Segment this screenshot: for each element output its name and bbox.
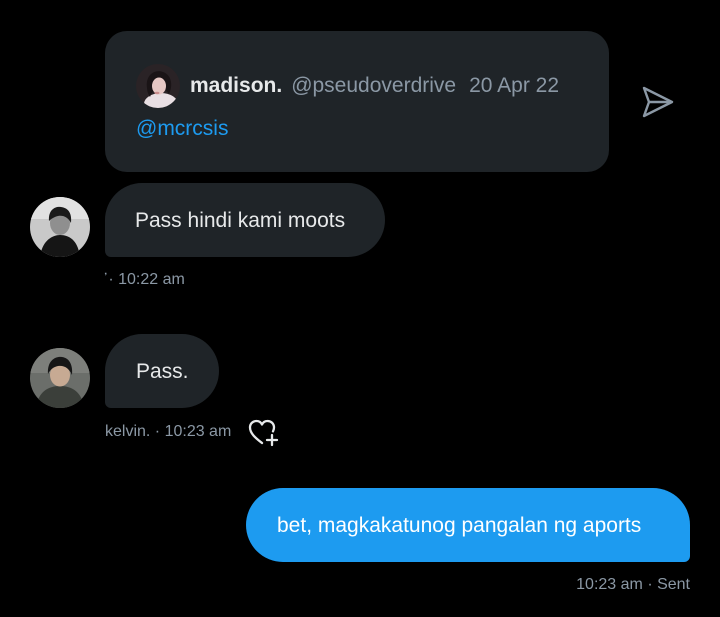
heart-plus-icon[interactable]	[247, 418, 281, 448]
message-meta: 10:23 am · Sent	[576, 576, 690, 593]
sender-avatar[interactable]	[30, 348, 90, 408]
shared-tweet-author-name[interactable]: madison.	[190, 74, 282, 98]
message-text: Pass hindi kami moots	[135, 208, 346, 232]
message-bubble-sent[interactable]: bet, magkakatunog pangalan ng aports	[246, 488, 690, 562]
shared-tweet-card[interactable]: madison. @pseudoverdrive 20 Apr 22 @mcrc…	[105, 31, 609, 172]
message-bubble-received[interactable]: Pass hindi kami moots	[105, 183, 385, 257]
shared-tweet-author-handle[interactable]: @pseudoverdrive	[291, 74, 456, 98]
shared-tweet-mention-link[interactable]: @mcrcsis	[136, 117, 228, 141]
message-meta: kelvin. · 10:23 am	[105, 423, 232, 440]
message-text: bet, magkakatunog pangalan ng aports	[277, 513, 642, 537]
message-meta: ᾽· 10:22 am	[103, 271, 185, 288]
shared-tweet-header: madison. @pseudoverdrive 20 Apr 22	[136, 64, 559, 108]
shared-tweet-date: 20 Apr 22	[469, 74, 559, 97]
shared-tweet-author-avatar[interactable]	[136, 64, 180, 108]
message-bubble-received[interactable]: Pass.	[105, 334, 219, 408]
share-send-icon[interactable]	[640, 84, 676, 120]
sender-avatar[interactable]	[30, 197, 90, 257]
message-text: Pass.	[136, 359, 189, 383]
